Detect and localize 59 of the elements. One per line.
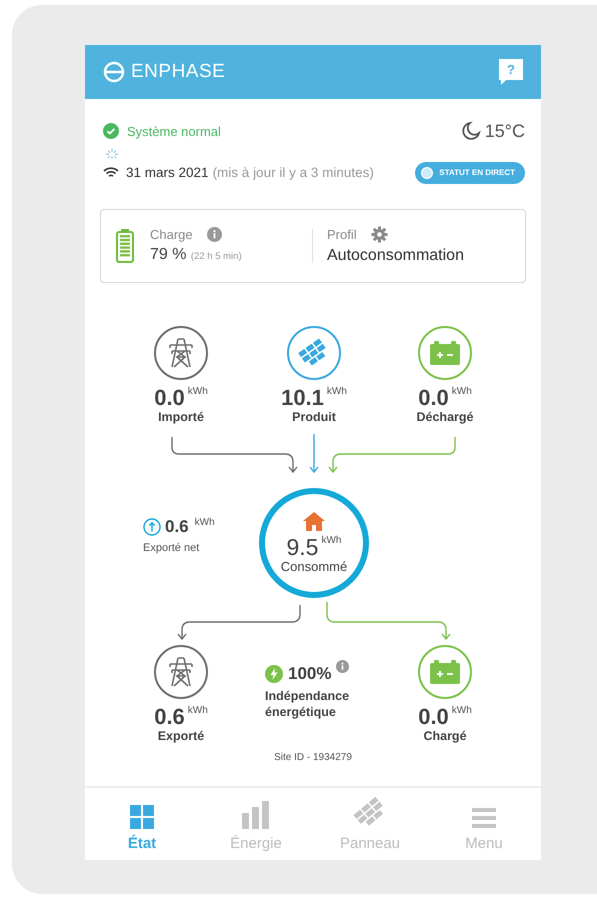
profile-value: Autoconsommation xyxy=(327,247,464,266)
charge-time: (22 h 5 min) xyxy=(190,251,242,262)
unit-label: kWh xyxy=(188,704,208,717)
temperature: 15°C xyxy=(484,120,525,142)
unit-label: kWh xyxy=(194,516,215,529)
charge-label: Charge xyxy=(150,227,193,242)
battery-icon xyxy=(430,340,460,365)
brand-name: ENPHASE xyxy=(131,60,226,83)
system-status: Système normal xyxy=(127,124,221,139)
help-button[interactable]: ? xyxy=(499,58,523,85)
pylon-icon xyxy=(168,338,194,368)
battery-icon xyxy=(430,660,460,684)
check-icon xyxy=(103,123,119,140)
unit-label: kWh xyxy=(452,704,472,717)
update-time: (mis à jour il y a 3 minutes) xyxy=(212,165,374,180)
unit-label: kWh xyxy=(452,386,472,398)
unit-label: kWh xyxy=(321,534,342,547)
energy-value: 0.0 xyxy=(418,386,449,410)
update-date: 31 mars 2021 xyxy=(126,165,209,180)
nav-tab[interactable]: Menu xyxy=(427,788,541,860)
flow-arrow xyxy=(309,434,319,473)
unit-label: kWh xyxy=(326,386,347,398)
energy-value: 9.5 xyxy=(286,534,318,559)
battery-icon xyxy=(116,228,134,263)
energy-label: Consommé xyxy=(280,558,348,574)
independence-label: Indépendance énergétique xyxy=(265,688,350,720)
menu-icon xyxy=(472,807,496,829)
energy-label: Importé xyxy=(158,410,204,424)
energy-label: Exporté net xyxy=(143,542,200,554)
lightning-icon xyxy=(265,664,283,683)
energy-value: 10.1 xyxy=(281,386,324,410)
profile-label: Profil xyxy=(327,227,357,242)
bar-chart-icon xyxy=(242,801,270,829)
spinner-icon xyxy=(105,148,119,160)
wifi-icon xyxy=(103,166,119,179)
independence-value: 100% xyxy=(288,664,332,684)
energy-label: Chargé xyxy=(423,728,467,743)
energy-value: 0.0 xyxy=(418,704,449,729)
energy-label: Déchargé xyxy=(416,410,474,424)
charge-value: 79 % xyxy=(150,246,186,264)
house-icon xyxy=(303,512,325,531)
energy-value: 0.6 xyxy=(165,516,189,537)
moon-icon xyxy=(460,121,481,142)
unit-label: kWh xyxy=(188,386,208,398)
info-icon[interactable] xyxy=(206,227,222,242)
site-id: Site ID - 1934279 xyxy=(274,752,352,764)
energy-label: Exporté xyxy=(158,728,204,743)
nav-tab[interactable]: Énergie xyxy=(199,788,313,860)
logo-icon xyxy=(103,60,125,83)
nav-tab[interactable]: Panneau xyxy=(313,788,427,860)
dashboard-icon xyxy=(130,805,154,829)
live-status-button[interactable]: STATUT EN DIRECT xyxy=(415,162,525,184)
info-icon[interactable] xyxy=(336,660,350,673)
energy-value: 0.6 xyxy=(154,704,185,729)
nav-tab[interactable]: État xyxy=(85,788,199,860)
energy-label: Produit xyxy=(292,410,336,424)
pylon-icon xyxy=(168,656,194,687)
settings-icon[interactable] xyxy=(370,226,388,244)
energy-value: 0.0 xyxy=(154,386,185,410)
